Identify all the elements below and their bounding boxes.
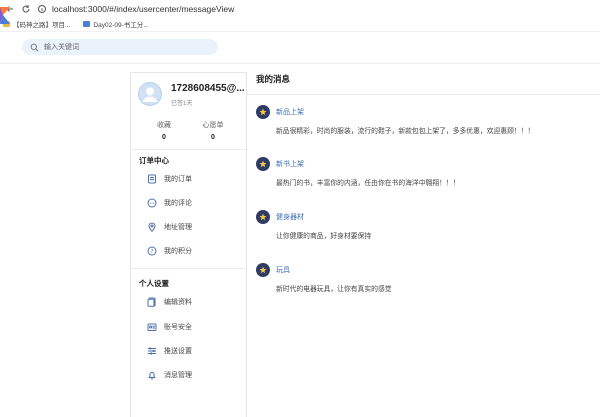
sidebar-item-my-comments[interactable]: 我的评论 <box>147 197 192 209</box>
browser-toolbar: localhost:3000/#/index/usercenter/messag… <box>0 0 600 17</box>
security-icon <box>147 323 157 331</box>
divider <box>131 149 246 150</box>
page-title: 我的消息 <box>256 74 291 84</box>
sidebar-item-my-orders[interactable]: 我的订单 <box>147 173 192 185</box>
message-badge-icon <box>256 263 270 277</box>
svg-text:?: ? <box>151 249 154 255</box>
message-badge-icon <box>256 105 270 119</box>
points-icon: ? <box>147 246 157 256</box>
search-input[interactable]: 输入关键词 <box>22 39 218 55</box>
message-body: 让你健康的商品，好身材要保持 <box>276 233 372 240</box>
section-title-personal: 个人设置 <box>139 279 169 288</box>
message-body: 新品很精彩，时尚的服装，流行的鞋子，新款包包上架了，多多优惠，欢迎惠顾！！！ <box>276 128 535 135</box>
message-title[interactable]: 新品上架 <box>276 107 304 117</box>
user-avatar-icon <box>138 82 162 106</box>
avatar[interactable] <box>138 82 162 106</box>
section-title-orders: 订单中心 <box>139 156 169 165</box>
search-icon <box>30 43 39 51</box>
address-bar[interactable]: localhost:3000/#/index/usercenter/messag… <box>52 4 234 14</box>
divider <box>131 268 246 269</box>
reload-icon[interactable] <box>20 3 32 15</box>
message-body: 最热门的书，丰富你的内涵，任由你在书的海洋中翱翔！！！ <box>276 180 460 187</box>
logo-icon[interactable] <box>0 7 14 24</box>
edit-profile-icon <box>147 297 156 307</box>
message-title[interactable]: 新书上架 <box>276 159 304 169</box>
bookmark-item[interactable]: Day02-09-书工分... <box>83 19 149 29</box>
site-info-icon[interactable] <box>36 3 48 15</box>
wishlist-stat[interactable]: 心愿单 0 <box>188 120 238 141</box>
location-icon <box>148 222 156 232</box>
checkin-status: 已签1天 <box>171 101 193 107</box>
message-title[interactable]: 健身器材 <box>276 212 304 222</box>
sidebar-item-points[interactable]: ? 我的积分 <box>147 245 192 257</box>
bell-icon <box>148 372 156 380</box>
search-placeholder: 输入关键词 <box>44 44 79 51</box>
bookmarks-bar: 【码神之路】项目... Day02-09-书工分... <box>0 17 600 32</box>
message-badge-icon <box>256 157 270 171</box>
sidebar-item-edit-profile[interactable]: 编辑资料 <box>147 296 192 308</box>
comment-icon <box>147 198 157 208</box>
username: 1728608455@... <box>171 83 245 94</box>
favorites-stat[interactable]: 收藏 0 <box>139 120 189 141</box>
message-title[interactable]: 玩具 <box>276 265 290 275</box>
settings-sliders-icon <box>148 347 156 355</box>
bookmark-icon <box>83 21 91 27</box>
orders-icon <box>148 174 156 184</box>
message-badge-icon <box>256 210 270 224</box>
sidebar-item-account-security[interactable]: 账号安全 <box>147 321 192 333</box>
message-body: 新时代的电器玩具，让你有真实的感觉 <box>276 286 392 293</box>
user-sidebar: 1728608455@... 已签1天 收藏 0 心愿单 0 订单中心 我的订单… <box>130 72 247 417</box>
sidebar-item-message-management[interactable]: 消息管理 <box>147 369 192 381</box>
sidebar-item-push-settings[interactable]: 推送设置 <box>147 345 192 357</box>
sidebar-item-address[interactable]: 地址管理 <box>147 221 192 233</box>
divider <box>247 94 600 95</box>
